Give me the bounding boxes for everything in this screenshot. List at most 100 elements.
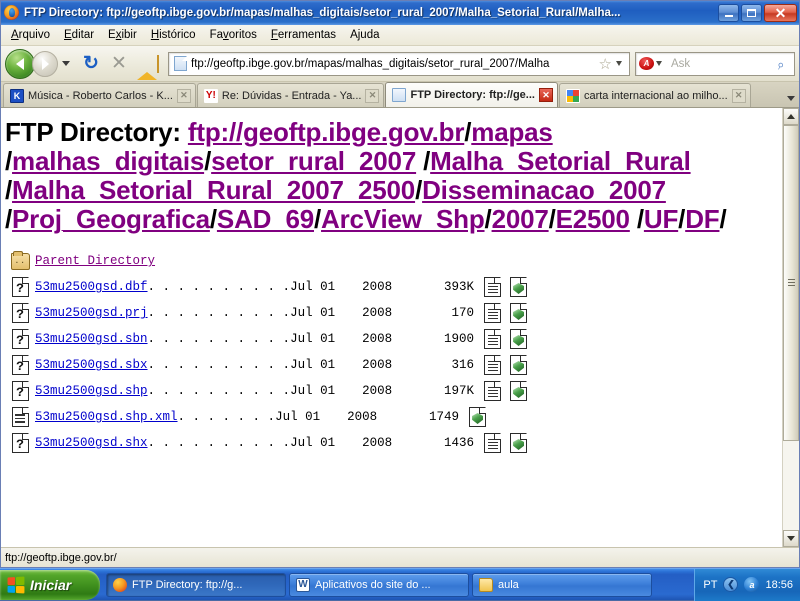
chevron-down-icon[interactable] (62, 61, 70, 66)
table-row: 53mu2500gsd.shp.xml . . . . . . . Jul 01… (5, 404, 770, 430)
menu-favoritos[interactable]: Favoritos (203, 27, 264, 43)
grip-icon (787, 279, 795, 287)
search-input[interactable]: Ask (671, 58, 777, 70)
view-shield-icon[interactable] (510, 277, 528, 298)
breadcrumb-link-e2500[interactable]: E2500 (556, 204, 630, 234)
file-size: 393K (444, 280, 475, 295)
breadcrumb-link-uf[interactable]: UF (644, 204, 678, 234)
file-link[interactable]: 53mu2500gsd.dbf (35, 280, 148, 294)
taskbar-item-firefox[interactable]: FTP Directory: ftp://g... (106, 572, 286, 597)
menu-editar[interactable]: Editar (57, 27, 101, 43)
breadcrumb-link-malhas-digitais[interactable]: malhas_digitais (12, 146, 204, 176)
breadcrumb-link-df[interactable]: DF (685, 204, 719, 234)
chevron-left-icon[interactable]: ❮ (723, 577, 739, 592)
file-link[interactable]: 53mu2500gsd.shp.xml (35, 410, 178, 424)
taskbar-item-aula[interactable]: aula (472, 572, 652, 597)
file-date: Jul 01 (290, 332, 336, 347)
view-shield-icon[interactable] (469, 407, 487, 428)
search-engine-dropdown-icon[interactable] (656, 61, 662, 66)
view-text-icon[interactable] (484, 303, 502, 324)
file-date: Jul 01 (290, 436, 336, 451)
reload-button[interactable]: ↻ (78, 52, 104, 75)
view-shield-icon[interactable] (510, 303, 528, 324)
back-button[interactable] (5, 48, 35, 79)
view-text-icon[interactable] (484, 355, 502, 376)
tab-ftp-directory[interactable]: FTP Directory: ftp://ge... ✕ (385, 82, 558, 107)
scrollbar-track[interactable] (783, 125, 799, 530)
bookmark-star-icon[interactable]: ☆ (599, 55, 612, 73)
start-button[interactable]: Iniciar (0, 569, 100, 600)
tab-close-icon[interactable]: ✕ (176, 88, 191, 103)
breadcrumb-link-disseminacao-2007[interactable]: Disseminacao_2007 (422, 175, 666, 205)
view-text-icon[interactable] (484, 433, 502, 454)
url-bar[interactable]: ftp://geoftp.ibge.gov.br/mapas/malhas_di… (168, 51, 630, 76)
restore-button[interactable] (741, 4, 762, 22)
status-text: ftp://geoftp.ibge.gov.br/ (5, 551, 117, 564)
parent-directory-row[interactable]: .. Parent Directory (5, 248, 770, 274)
breadcrumb-link-malha-setorial-rural-2007-2500[interactable]: Malha_Setorial_Rural_2007_2500 (12, 175, 415, 205)
file-link[interactable]: 53mu2500gsd.shx (35, 436, 148, 450)
breadcrumb-link-2007[interactable]: 2007 (492, 204, 549, 234)
view-shield-icon[interactable] (510, 381, 528, 402)
vertical-scrollbar[interactable] (782, 108, 799, 547)
minimize-button[interactable] (718, 4, 739, 22)
breadcrumb-link-setor-rural-2007[interactable]: setor_rural_2007 (211, 146, 416, 176)
google-favicon (565, 88, 580, 103)
menu-ferramentas[interactable]: Ferramentas (264, 27, 343, 43)
breadcrumb-link-arcview-shp[interactable]: ArcView_Shp (321, 204, 485, 234)
home-icon (137, 54, 159, 80)
scroll-down-button[interactable] (783, 530, 799, 547)
page-favicon-icon (174, 56, 187, 71)
text-file-icon (11, 407, 29, 428)
tab-close-icon[interactable]: ✕ (538, 88, 553, 102)
search-bar[interactable]: A Ask ⌕ (635, 51, 795, 76)
file-size: 1436 (444, 436, 475, 451)
file-link[interactable]: 53mu2500gsd.sbx (35, 358, 148, 372)
tray-app-icon[interactable]: a (744, 577, 760, 592)
view-shield-icon[interactable] (510, 433, 528, 454)
view-shield-icon[interactable] (510, 355, 528, 376)
tab-close-icon[interactable]: ✕ (365, 88, 380, 103)
view-text-icon[interactable] (484, 277, 502, 298)
menu-arquivo[interactable]: Arquivo (4, 27, 57, 43)
ask-search-engine-icon[interactable]: A (639, 57, 654, 70)
tab-label: Re: Dúvidas - Entrada - Ya... (221, 89, 362, 102)
file-size: 1900 (444, 332, 475, 347)
breadcrumb-link-proj-geografica[interactable]: Proj_Geografica (12, 204, 210, 234)
view-text-icon[interactable] (484, 329, 502, 350)
menu-exibir[interactable]: Exibir (101, 27, 144, 43)
menu-historico[interactable]: Histórico (144, 27, 203, 43)
breadcrumb-link-sad-69[interactable]: SAD_69 (217, 204, 314, 234)
menu-ajuda[interactable]: Ajuda (343, 27, 386, 43)
file-link[interactable]: 53mu2500gsd.sbn (35, 332, 148, 346)
home-button[interactable] (134, 54, 162, 80)
forward-button[interactable] (32, 50, 58, 77)
clock[interactable]: 18:56 (765, 579, 793, 591)
breadcrumb-link-malha-setorial-rural[interactable]: Malha_Setorial_Rural (430, 146, 691, 176)
search-icon[interactable]: ⌕ (775, 54, 793, 73)
view-text-icon[interactable] (484, 381, 502, 402)
parent-directory-link[interactable]: Parent Directory (35, 254, 155, 268)
breadcrumb-link-mapas[interactable]: mapas (471, 117, 553, 147)
file-link[interactable]: 53mu2500gsd.shp (35, 384, 148, 398)
tab-close-icon[interactable]: ✕ (731, 88, 746, 103)
word-icon: W (296, 577, 310, 592)
breadcrumb-link-host[interactable]: ftp://geoftp.ibge.gov.br (188, 117, 465, 147)
file-year: 2008 (347, 410, 378, 425)
taskbar-item-word[interactable]: W Aplicativos do site do ... (289, 572, 469, 597)
close-button[interactable]: ✕ (764, 4, 797, 22)
scrollbar-thumb[interactable] (783, 125, 799, 441)
url-input[interactable]: ftp://geoftp.ibge.gov.br/mapas/malhas_di… (191, 58, 597, 70)
dot-leader: . . . . . . . . . . (147, 332, 291, 347)
tab-list-chevron-icon[interactable] (787, 96, 795, 101)
stop-button[interactable]: ✕ (106, 52, 132, 75)
tab-musica[interactable]: K Música - Roberto Carlos - K... ✕ (3, 83, 196, 107)
menu-bar: Arquivo Editar Exibir Histórico Favorito… (1, 25, 799, 46)
tab-duvidas[interactable]: Y! Re: Dúvidas - Entrada - Ya... ✕ (196, 83, 385, 107)
language-indicator[interactable]: PT (703, 579, 717, 591)
url-dropdown-icon[interactable] (616, 61, 622, 66)
view-shield-icon[interactable] (510, 329, 528, 350)
tab-carta-internacional[interactable]: carta internacional ao milho... ✕ (558, 83, 751, 107)
scroll-up-button[interactable] (783, 108, 799, 125)
file-link[interactable]: 53mu2500gsd.prj (35, 306, 148, 320)
